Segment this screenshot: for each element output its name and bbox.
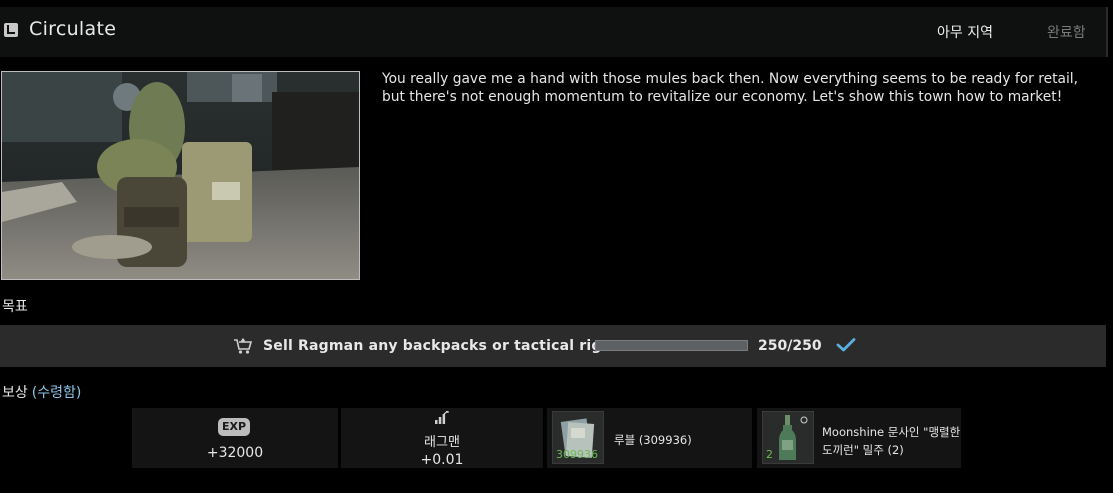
item-quantity: 309936: [556, 448, 598, 461]
roubles-icon: 309936: [552, 411, 604, 464]
exp-icon: EXP: [218, 418, 250, 436]
reputation-trader: 래그맨: [424, 435, 460, 450]
quest-location: 아무 지역: [937, 25, 993, 41]
quest-title: Circulate: [29, 18, 117, 40]
reward-item-moonshine[interactable]: 2 Moonshine 문사인 "맹렬한 도끼런" 밀주 (2): [757, 408, 961, 468]
objectives-heading: 목표: [2, 299, 28, 315]
objective-row: Sell Ragman any backpacks or tactical ri…: [0, 325, 1106, 367]
item-name: 루블 (309936): [614, 433, 692, 447]
reward-item-roubles[interactable]: 309936 루블 (309936): [547, 408, 752, 468]
item-name: Moonshine 문사인 "맹렬한 도끼런" 밀주 (2): [822, 425, 961, 457]
reward-reputation: 래그맨 +0.01: [341, 408, 543, 468]
trader-sell-icon: [234, 338, 253, 354]
quest-illustration: [1, 71, 360, 280]
reputation-value: +0.01: [420, 452, 464, 468]
objective-progress-bar: [595, 340, 748, 351]
bottle-icon: 2: [762, 411, 814, 464]
rewards-heading: 보상 (수령함): [2, 382, 81, 402]
reward-exp: EXP +32000: [132, 408, 338, 468]
checkmark-icon: [836, 338, 856, 352]
quest-header: Circulate 아무 지역 완료함: [0, 7, 1108, 57]
reputation-bars-icon: [435, 411, 449, 424]
objective-progress-fill: [596, 341, 747, 350]
item-quantity: 2: [766, 448, 773, 461]
quest-description: You really gave me a hand with those mul…: [382, 71, 1078, 105]
quest-status: 완료함: [1047, 25, 1086, 41]
rewards-received-status: (수령함): [31, 385, 82, 401]
exp-value: +32000: [206, 445, 264, 461]
quest-type-icon: [4, 23, 18, 37]
objective-count: 250/250: [758, 338, 822, 354]
objective-text: Sell Ragman any backpacks or tactical ri…: [263, 338, 611, 354]
rewards-title: 보상: [2, 385, 28, 401]
